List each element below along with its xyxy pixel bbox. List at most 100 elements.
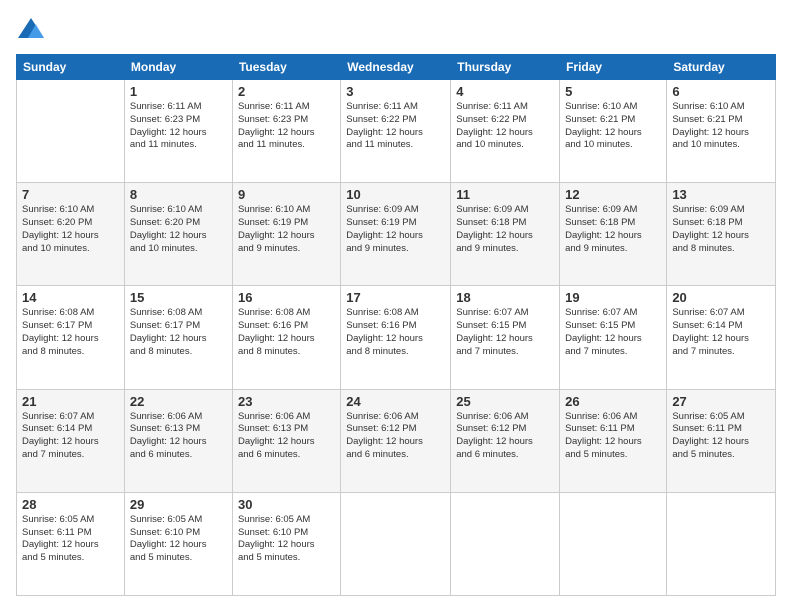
day-info: Sunrise: 6:08 AM Sunset: 6:16 PM Dayligh… (238, 307, 335, 358)
logo (16, 16, 50, 46)
day-number: 26 (565, 394, 661, 409)
calendar-cell: 9 Sunrise: 6:10 AM Sunset: 6:19 PM Daylig… (232, 183, 340, 286)
calendar-week-row: 1 Sunrise: 6:11 AM Sunset: 6:23 PM Daylig… (17, 80, 776, 183)
calendar-cell: 1 Sunrise: 6:11 AM Sunset: 6:23 PM Daylig… (124, 80, 232, 183)
calendar-cell: 2 Sunrise: 6:11 AM Sunset: 6:23 PM Daylig… (232, 80, 340, 183)
day-info: Sunrise: 6:09 AM Sunset: 6:18 PM Dayligh… (672, 204, 770, 255)
calendar-cell (341, 492, 451, 595)
calendar-cell: 16 Sunrise: 6:08 AM Sunset: 6:16 PM Dayli… (232, 286, 340, 389)
calendar-cell: 18 Sunrise: 6:07 AM Sunset: 6:15 PM Dayli… (451, 286, 560, 389)
day-number: 17 (346, 290, 445, 305)
calendar-cell: 3 Sunrise: 6:11 AM Sunset: 6:22 PM Daylig… (341, 80, 451, 183)
calendar-header-tuesday: Tuesday (232, 55, 340, 80)
day-info: Sunrise: 6:06 AM Sunset: 6:12 PM Dayligh… (456, 411, 554, 462)
calendar-cell: 12Sunrise: 6:09 AM Sunset: 6:18 PM Dayli… (560, 183, 667, 286)
calendar-header-thursday: Thursday (451, 55, 560, 80)
calendar-week-row: 21Sunrise: 6:07 AM Sunset: 6:14 PM Dayli… (17, 389, 776, 492)
calendar-week-row: 14 Sunrise: 6:08 AM Sunset: 6:17 PM Dayli… (17, 286, 776, 389)
day-info: Sunrise: 6:08 AM Sunset: 6:16 PM Dayligh… (346, 307, 445, 358)
calendar-cell: 17 Sunrise: 6:08 AM Sunset: 6:16 PM Dayli… (341, 286, 451, 389)
day-info: Sunrise: 6:10 AM Sunset: 6:20 PM Dayligh… (130, 204, 227, 255)
day-number: 24 (346, 394, 445, 409)
page: SundayMondayTuesdayWednesdayThursdayFrid… (0, 0, 792, 612)
day-info: Sunrise: 6:06 AM Sunset: 6:11 PM Dayligh… (565, 411, 661, 462)
calendar-cell: 28 Sunrise: 6:05 AM Sunset: 6:11 PM Dayli… (17, 492, 125, 595)
day-info: Sunrise: 6:10 AM Sunset: 6:21 PM Dayligh… (672, 101, 770, 152)
day-info: Sunrise: 6:10 AM Sunset: 6:21 PM Dayligh… (565, 101, 661, 152)
day-number: 7 (22, 187, 119, 202)
calendar-cell (667, 492, 776, 595)
day-number: 25 (456, 394, 554, 409)
calendar-header-saturday: Saturday (667, 55, 776, 80)
day-number: 3 (346, 84, 445, 99)
calendar-cell: 27Sunrise: 6:05 AM Sunset: 6:11 PM Dayli… (667, 389, 776, 492)
day-info: Sunrise: 6:05 AM Sunset: 6:11 PM Dayligh… (22, 514, 119, 565)
day-number: 30 (238, 497, 335, 512)
calendar-cell: 14Sunrise: 6:08 AM Sunset: 6:17 PM Dayli… (17, 286, 125, 389)
calendar-cell: 29 Sunrise: 6:05 AM Sunset: 6:10 PM Dayli… (124, 492, 232, 595)
calendar-cell: 26 Sunrise: 6:06 AM Sunset: 6:11 PM Dayli… (560, 389, 667, 492)
day-info: Sunrise: 6:06 AM Sunset: 6:13 PM Dayligh… (238, 411, 335, 462)
day-number: 8 (130, 187, 227, 202)
calendar-table: SundayMondayTuesdayWednesdayThursdayFrid… (16, 54, 776, 596)
calendar-header-friday: Friday (560, 55, 667, 80)
day-info: Sunrise: 6:09 AM Sunset: 6:18 PM Dayligh… (456, 204, 554, 255)
day-number: 14 (22, 290, 119, 305)
day-info: Sunrise: 6:11 AM Sunset: 6:23 PM Dayligh… (130, 101, 227, 152)
day-number: 16 (238, 290, 335, 305)
day-info: Sunrise: 6:11 AM Sunset: 6:23 PM Dayligh… (238, 101, 335, 152)
day-number: 23 (238, 394, 335, 409)
day-number: 5 (565, 84, 661, 99)
calendar-cell: 20 Sunrise: 6:07 AM Sunset: 6:14 PM Dayli… (667, 286, 776, 389)
calendar-header-wednesday: Wednesday (341, 55, 451, 80)
calendar-cell: 15 Sunrise: 6:08 AM Sunset: 6:17 PM Dayli… (124, 286, 232, 389)
calendar-header-row: SundayMondayTuesdayWednesdayThursdayFrid… (17, 55, 776, 80)
day-number: 13 (672, 187, 770, 202)
calendar-cell: 8 Sunrise: 6:10 AM Sunset: 6:20 PM Daylig… (124, 183, 232, 286)
calendar-cell (560, 492, 667, 595)
day-info: Sunrise: 6:05 AM Sunset: 6:10 PM Dayligh… (238, 514, 335, 565)
day-info: Sunrise: 6:07 AM Sunset: 6:14 PM Dayligh… (672, 307, 770, 358)
calendar-cell: 5 Sunrise: 6:10 AM Sunset: 6:21 PM Daylig… (560, 80, 667, 183)
day-number: 2 (238, 84, 335, 99)
day-number: 1 (130, 84, 227, 99)
day-info: Sunrise: 6:11 AM Sunset: 6:22 PM Dayligh… (346, 101, 445, 152)
day-number: 28 (22, 497, 119, 512)
day-number: 15 (130, 290, 227, 305)
calendar-header-sunday: Sunday (17, 55, 125, 80)
day-number: 11 (456, 187, 554, 202)
calendar-cell: 21Sunrise: 6:07 AM Sunset: 6:14 PM Dayli… (17, 389, 125, 492)
calendar-cell (17, 80, 125, 183)
calendar-cell: 19Sunrise: 6:07 AM Sunset: 6:15 PM Dayli… (560, 286, 667, 389)
calendar-cell: 13 Sunrise: 6:09 AM Sunset: 6:18 PM Dayli… (667, 183, 776, 286)
calendar-cell: 10Sunrise: 6:09 AM Sunset: 6:19 PM Dayli… (341, 183, 451, 286)
day-info: Sunrise: 6:07 AM Sunset: 6:15 PM Dayligh… (456, 307, 554, 358)
calendar-cell: 23 Sunrise: 6:06 AM Sunset: 6:13 PM Dayli… (232, 389, 340, 492)
day-number: 10 (346, 187, 445, 202)
calendar-cell: 24 Sunrise: 6:06 AM Sunset: 6:12 PM Dayli… (341, 389, 451, 492)
calendar-cell: 30 Sunrise: 6:05 AM Sunset: 6:10 PM Dayli… (232, 492, 340, 595)
day-number: 20 (672, 290, 770, 305)
day-info: Sunrise: 6:10 AM Sunset: 6:20 PM Dayligh… (22, 204, 119, 255)
day-number: 12 (565, 187, 661, 202)
day-info: Sunrise: 6:10 AM Sunset: 6:19 PM Dayligh… (238, 204, 335, 255)
day-info: Sunrise: 6:08 AM Sunset: 6:17 PM Dayligh… (130, 307, 227, 358)
calendar-week-row: 7 Sunrise: 6:10 AM Sunset: 6:20 PM Daylig… (17, 183, 776, 286)
day-info: Sunrise: 6:05 AM Sunset: 6:10 PM Dayligh… (130, 514, 227, 565)
day-number: 29 (130, 497, 227, 512)
day-number: 18 (456, 290, 554, 305)
day-info: Sunrise: 6:11 AM Sunset: 6:22 PM Dayligh… (456, 101, 554, 152)
day-info: Sunrise: 6:06 AM Sunset: 6:12 PM Dayligh… (346, 411, 445, 462)
day-number: 9 (238, 187, 335, 202)
day-info: Sunrise: 6:06 AM Sunset: 6:13 PM Dayligh… (130, 411, 227, 462)
calendar-cell: 22 Sunrise: 6:06 AM Sunset: 6:13 PM Dayli… (124, 389, 232, 492)
day-info: Sunrise: 6:07 AM Sunset: 6:15 PM Dayligh… (565, 307, 661, 358)
day-number: 22 (130, 394, 227, 409)
calendar-cell: 4 Sunrise: 6:11 AM Sunset: 6:22 PM Daylig… (451, 80, 560, 183)
logo-icon (16, 16, 46, 46)
calendar-header-monday: Monday (124, 55, 232, 80)
day-number: 21 (22, 394, 119, 409)
header (16, 16, 776, 46)
calendar-cell: 7 Sunrise: 6:10 AM Sunset: 6:20 PM Daylig… (17, 183, 125, 286)
day-number: 4 (456, 84, 554, 99)
